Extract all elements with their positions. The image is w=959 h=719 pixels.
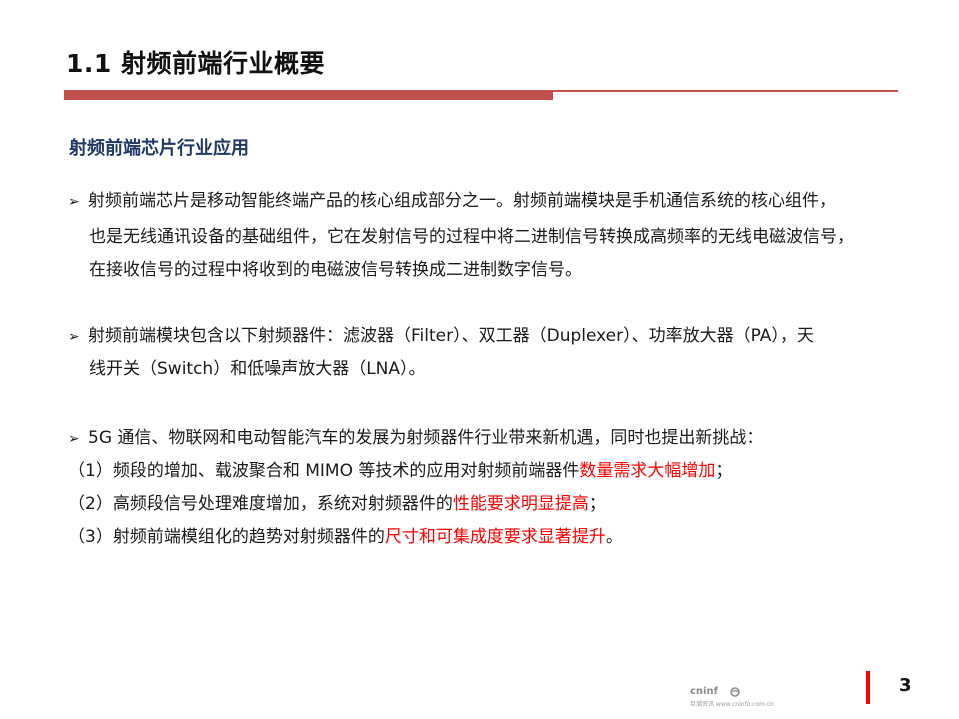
arrow-bullet-icon: ➢	[68, 329, 80, 345]
para1-line2: 也是无线通讯设备的基础组件，它在发射信号的过程中将二进制信号转换成高频率的无线电…	[89, 227, 854, 247]
item1-highlight: 数量需求大幅增加	[579, 461, 716, 481]
para1-line1-text: 射频前端芯片是移动智能终端产品的核心组成部分之一。射频前端模块是手机通信系统的核…	[88, 191, 836, 211]
page-number: 3	[899, 675, 912, 696]
para2-line2: 线开关（Switch）和低噪声放大器（LNA）。	[89, 359, 426, 379]
arrow-bullet-icon: ➢	[68, 194, 80, 210]
arrow-bullet-icon: ➢	[68, 431, 80, 447]
item2-suffix: ；	[588, 494, 606, 514]
item2-prefix: （2）高频段信号处理难度增加，系统对射频器件的	[68, 494, 453, 514]
para3-item3: （3）射频前端模组化的趋势对射频器件的尺寸和可集成度要求显著提升。	[68, 526, 623, 548]
para2-line1-text: 射频前端模块包含以下射频器件：滤波器（Filter）、双工器（Duplexer）…	[88, 326, 814, 346]
item2-highlight: 性能要求明显提高	[452, 494, 589, 514]
item3-highlight: 尺寸和可集成度要求显著提升	[384, 527, 606, 547]
item1-prefix: （1）频段的增加、载波聚合和 MIMO 等技术的应用对射频前端器件	[68, 461, 580, 481]
para3-item2: （2）高频段信号处理难度增加，系统对射频器件的性能要求明显提高；	[68, 493, 606, 515]
para3-item1: （1）频段的增加、载波聚合和 MIMO 等技术的应用对射频前端器件数量需求大幅增…	[68, 460, 732, 482]
page-title: 1.1 射频前端行业概要	[66, 49, 325, 78]
logo-swirl-icon	[730, 687, 740, 697]
logo-subtext: 巨潮资讯 www.cninfo.com.cn	[690, 701, 774, 708]
para3-line1: ➢ 5G 通信、物联网和电动智能汽车的发展为射频器件行业带来新机遇，同时也提出新挑…	[68, 427, 763, 450]
cninfo-logo: cninf 巨潮资讯 www.cninfo.com.cn	[690, 686, 774, 712]
section-subtitle: 射频前端芯片行业应用	[69, 138, 249, 159]
para1-line3: 在接收信号的过程中将收到的电磁波信号转换成二进制数字信号。	[89, 260, 582, 280]
item1-suffix: ；	[715, 461, 733, 481]
item3-suffix: 。	[605, 527, 623, 547]
logo-word: cninf	[690, 686, 718, 697]
para1-line1: ➢ 射频前端芯片是移动智能终端产品的核心组成部分之一。射频前端模块是手机通信系统的…	[68, 190, 836, 213]
title-rule-thick	[64, 91, 553, 100]
para2-line1: ➢ 射频前端模块包含以下射频器件：滤波器（Filter）、双工器（Duplexer…	[68, 325, 814, 348]
item3-prefix: （3）射频前端模组化的趋势对射频器件的	[68, 527, 385, 547]
para3-line1-text: 5G 通信、物联网和电动智能汽车的发展为射频器件行业带来新机遇，同时也提出新挑战…	[88, 428, 764, 448]
page-number-bar	[866, 671, 870, 704]
